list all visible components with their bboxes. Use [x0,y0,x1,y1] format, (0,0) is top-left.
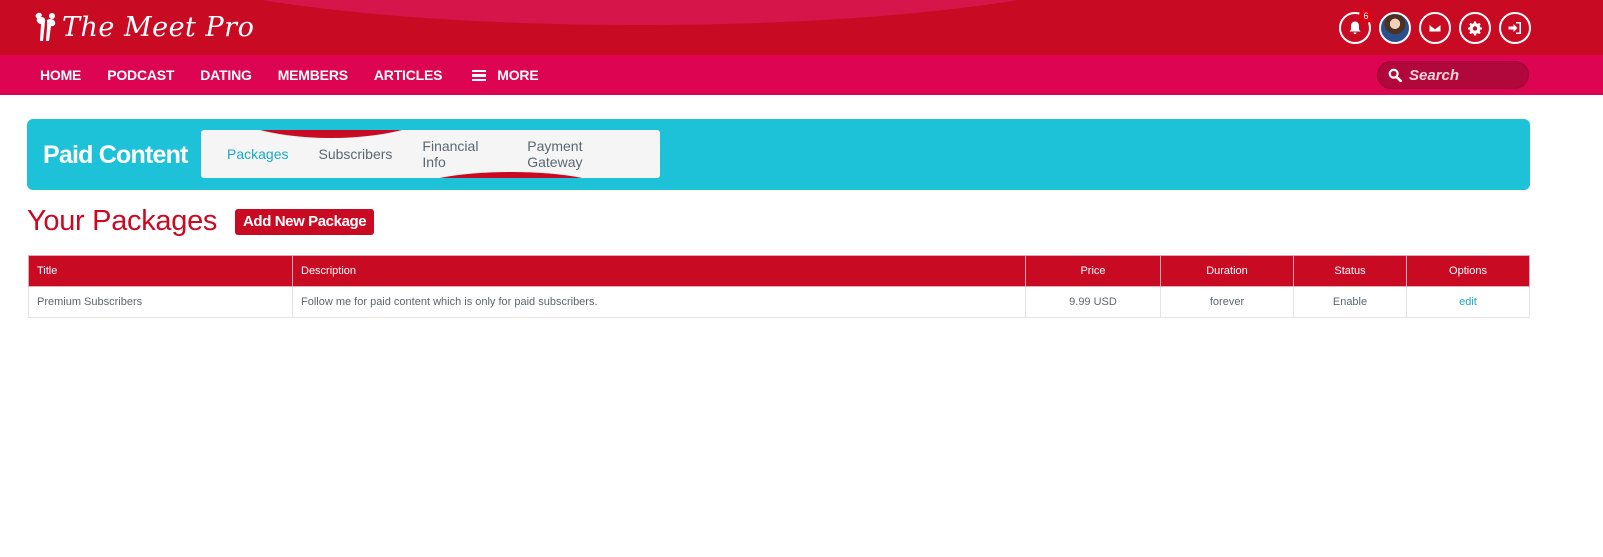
top-bar: The Meet Pro 6 [0,0,1603,55]
nav-item-home[interactable]: HOME [40,67,81,83]
tab-financial-info[interactable]: Financial Info [422,138,497,170]
package-description-cell: Follow me for paid content which is only… [292,286,1026,318]
column-header-status: Status [1293,255,1407,287]
add-new-package-button[interactable]: Add New Package [235,209,375,235]
edit-package-link[interactable]: edit [1459,296,1477,308]
paid-content-header: Paid Content Packages Subscribers Financ… [27,119,1530,190]
nav-item-articles[interactable]: ARTICLES [374,67,443,83]
nav-item-more-label: MORE [497,67,539,83]
logo-mark-icon [35,12,56,41]
envelope-icon [1428,23,1442,33]
column-header-options: Options [1406,255,1530,287]
main-nav-bar: HOME PODCAST DATING MEMBERS ARTICLES MOR… [0,55,1603,95]
packages-table: Title Description Price Duration Status … [28,255,1530,318]
nav-item-members[interactable]: MEMBERS [278,67,348,83]
tab-subscribers[interactable]: Subscribers [318,146,392,162]
column-header-price: Price [1025,255,1161,287]
gear-icon [1468,21,1482,36]
page-title: Paid Content [43,141,188,169]
nav-menu: HOME PODCAST DATING MEMBERS ARTICLES MOR… [40,55,564,95]
brand-logo[interactable]: The Meet Pro [32,8,254,46]
package-price-cell: 9.99 USD [1025,286,1161,318]
nav-item-more[interactable]: MORE [468,67,539,83]
brand-name: The Meet Pro [62,11,255,43]
column-header-duration: Duration [1160,255,1294,287]
table-header-row: Title Description Price Duration Status … [28,255,1530,287]
header-swoosh-decoration [140,0,1140,25]
package-duration-cell: forever [1160,286,1294,318]
settings-button[interactable] [1459,12,1491,44]
column-header-description: Description [292,255,1026,287]
package-status-cell: Enable [1293,286,1407,318]
notifications-button[interactable]: 6 [1339,9,1373,44]
table-row: Premium Subscribers Follow me for paid c… [28,286,1530,318]
column-header-title: Title [28,255,293,287]
search-icon [1388,68,1402,82]
packages-heading: Your Packages [27,205,218,237]
package-title-cell: Premium Subscribers [28,286,293,318]
sign-out-icon [1508,22,1521,34]
paid-content-tabs: Packages Subscribers Financial Info Paym… [201,130,660,178]
nav-item-dating[interactable]: DATING [200,67,252,83]
tab-payment-gateway[interactable]: Payment Gateway [527,138,630,170]
user-avatar[interactable] [1379,12,1411,44]
logout-button[interactable] [1499,12,1531,44]
notification-count-badge: 6 [1359,9,1373,23]
search-input[interactable] [1409,66,1519,84]
hamburger-icon [472,69,487,81]
nav-item-podcast[interactable]: PODCAST [107,67,174,83]
tab-list: Packages Subscribers Financial Info Paym… [227,130,660,178]
top-icon-bar: 6 [1339,9,1531,44]
search-box [1377,61,1529,89]
tab-packages[interactable]: Packages [227,146,288,162]
messages-button[interactable] [1419,12,1451,44]
package-options-cell: edit [1406,286,1530,318]
bell-icon [1349,21,1361,35]
